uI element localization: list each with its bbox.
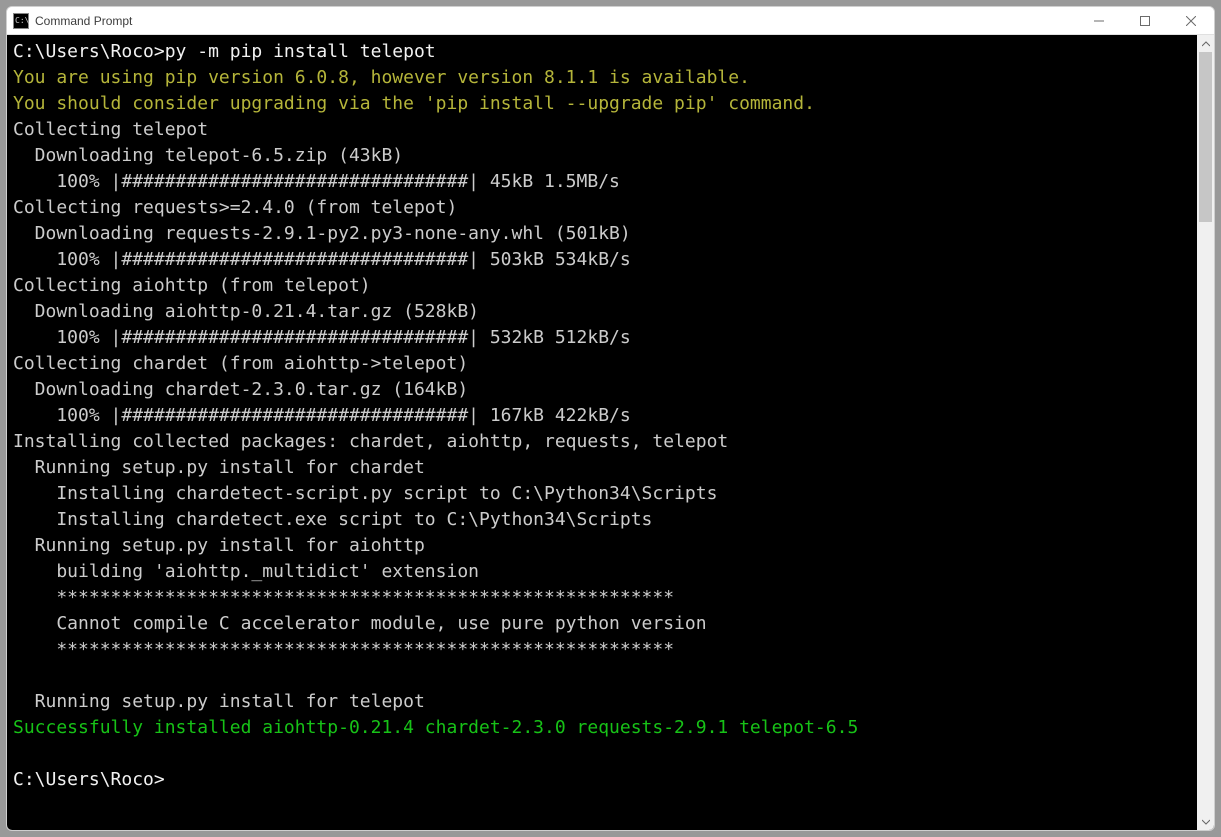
- output-line: Installing collected packages: chardet, …: [13, 431, 728, 452]
- window-controls: [1076, 7, 1214, 34]
- command-prompt-window: C:\ Command Prompt C:\Users\Roco>py -m p…: [6, 6, 1215, 831]
- output-line: 100% |################################| …: [13, 327, 631, 348]
- maximize-icon: [1140, 16, 1150, 26]
- console-area: C:\Users\Roco>py -m pip install telepot …: [7, 35, 1214, 830]
- output-line: Collecting telepot: [13, 119, 208, 140]
- close-icon: [1186, 16, 1196, 26]
- minimize-button[interactable]: [1076, 7, 1122, 34]
- scroll-thumb[interactable]: [1199, 52, 1212, 222]
- close-button[interactable]: [1168, 7, 1214, 34]
- output-line: ****************************************…: [13, 639, 674, 660]
- minimize-icon: [1094, 16, 1104, 26]
- prompt-path: C:\Users\Roco>: [13, 769, 165, 790]
- maximize-button[interactable]: [1122, 7, 1168, 34]
- output-line: Collecting requests>=2.4.0 (from telepot…: [13, 197, 457, 218]
- output-line: Installing chardetect-script.py script t…: [13, 483, 717, 504]
- vertical-scrollbar[interactable]: [1197, 35, 1214, 830]
- output-line: 100% |################################| …: [13, 171, 620, 192]
- chevron-down-icon: [1202, 818, 1210, 826]
- output-line: 100% |################################| …: [13, 405, 631, 426]
- output-line: Downloading aiohttp-0.21.4.tar.gz (528kB…: [13, 301, 479, 322]
- window-title: Command Prompt: [35, 14, 132, 28]
- output-line: Successfully installed aiohttp-0.21.4 ch…: [13, 717, 858, 738]
- output-line: Downloading chardet-2.3.0.tar.gz (164kB): [13, 379, 468, 400]
- scroll-up-button[interactable]: [1197, 35, 1214, 52]
- output-line: Running setup.py install for aiohttp: [13, 535, 425, 556]
- output-line: Downloading telepot-6.5.zip (43kB): [13, 145, 403, 166]
- titlebar[interactable]: C:\ Command Prompt: [7, 7, 1214, 35]
- prompt-command: py -m pip install telepot: [165, 41, 436, 62]
- output-line: Downloading requests-2.9.1-py2.py3-none-…: [13, 223, 631, 244]
- chevron-up-icon: [1202, 40, 1210, 48]
- output-line: Cannot compile C accelerator module, use…: [13, 613, 707, 634]
- scroll-down-button[interactable]: [1197, 813, 1214, 830]
- console-output[interactable]: C:\Users\Roco>py -m pip install telepot …: [7, 35, 1197, 830]
- output-line: ****************************************…: [13, 587, 674, 608]
- output-line: 100% |################################| …: [13, 249, 631, 270]
- titlebar-left: C:\ Command Prompt: [13, 13, 132, 29]
- output-line: Collecting chardet (from aiohttp->telepo…: [13, 353, 468, 374]
- output-line: Collecting aiohttp (from telepot): [13, 275, 371, 296]
- output-line: You should consider upgrading via the 'p…: [13, 93, 815, 114]
- output-line: Running setup.py install for chardet: [13, 457, 425, 478]
- output-line: You are using pip version 6.0.8, however…: [13, 67, 750, 88]
- app-icon: C:\: [13, 13, 29, 29]
- output-line: building 'aiohttp._multidict' extension: [13, 561, 479, 582]
- output-line: Running setup.py install for telepot: [13, 691, 425, 712]
- output-line: Installing chardetect.exe script to C:\P…: [13, 509, 652, 530]
- prompt-path: C:\Users\Roco>: [13, 41, 165, 62]
